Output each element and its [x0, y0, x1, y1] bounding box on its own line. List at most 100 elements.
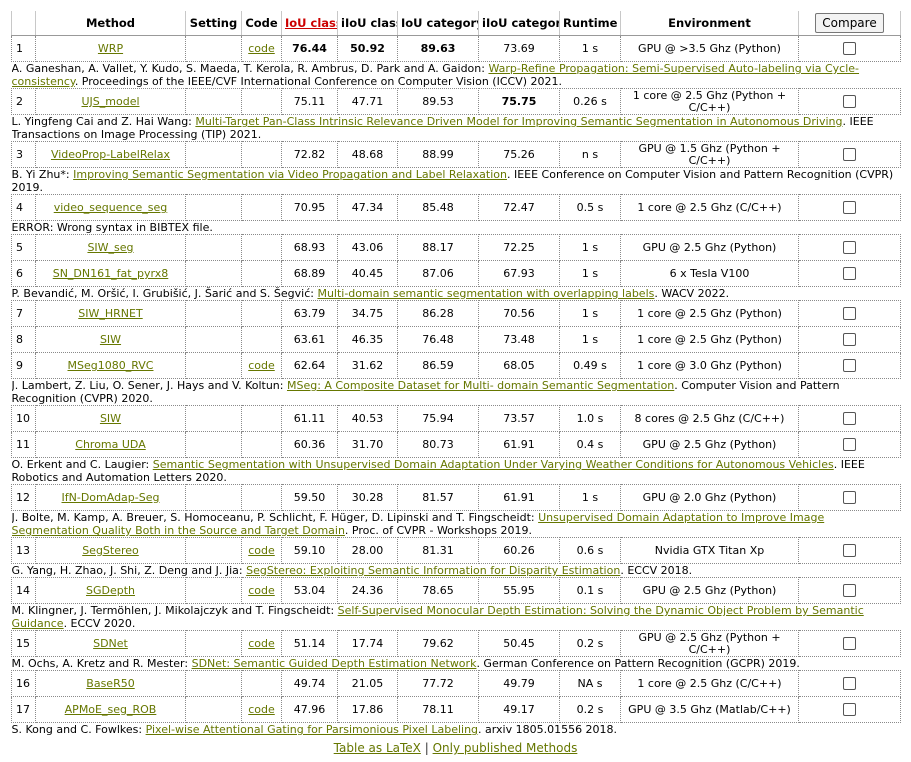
- code-link[interactable]: code: [248, 584, 275, 597]
- header-setting[interactable]: Setting: [185, 11, 242, 36]
- method-link[interactable]: UJS_model: [81, 95, 139, 108]
- iou-category-cell: 87.06: [397, 260, 479, 287]
- rank-cell: 5: [11, 234, 36, 261]
- method-link[interactable]: WRP: [98, 42, 123, 55]
- rank-value: 12: [16, 491, 30, 504]
- header-iou-class[interactable]: IoU class: [281, 11, 338, 36]
- method-link[interactable]: SN_DN161_fat_pyrx8: [53, 267, 169, 280]
- header-iiou-category[interactable]: iIoU category: [478, 11, 560, 36]
- paper-link[interactable]: Multi-Target Pan-Class Intrinsic Relevan…: [195, 115, 842, 128]
- iou-category-cell: 80.73: [397, 431, 479, 458]
- compare-button[interactable]: Compare: [815, 13, 884, 33]
- iiou-class-cell: 28.00: [337, 537, 398, 564]
- header-runtime[interactable]: Runtime: [559, 11, 621, 36]
- iou-class-cell: 60.36: [281, 431, 338, 458]
- method-link[interactable]: SGDepth: [86, 584, 135, 597]
- method-link[interactable]: VideoProp-LabelRelax: [51, 148, 170, 161]
- paper-link[interactable]: Improving Semantic Segmentation via Vide…: [73, 168, 507, 181]
- method-link[interactable]: MSeg1080_RVC: [68, 359, 154, 372]
- iiou-class-value: 31.62: [351, 359, 384, 372]
- table-header: Method Setting Code IoU class iIoU class…: [11, 11, 901, 36]
- iou-class-cell: 75.11: [281, 88, 338, 115]
- runtime-cell: n s: [559, 141, 621, 168]
- header-iiou-class[interactable]: iIoU class: [337, 11, 398, 36]
- rank-value: 10: [16, 412, 30, 425]
- iou-category-cell: 78.11: [397, 696, 479, 723]
- method-link[interactable]: SDNet: [93, 637, 128, 650]
- paper-link[interactable]: Semantic Segmentation with Unsupervised …: [153, 458, 834, 471]
- method-link[interactable]: SIW: [100, 333, 121, 346]
- compare-checkbox[interactable]: [843, 703, 856, 717]
- table-as-latex-link[interactable]: Table as LaTeX: [334, 741, 421, 755]
- method-link[interactable]: video_sequence_seg: [54, 201, 168, 214]
- iou-class-value: 53.04: [293, 584, 326, 597]
- citation-row: J. Lambert, Z. Liu, O. Sener, J. Hays an…: [12, 379, 901, 406]
- citation-text: P. Bevandić, M. Oršić, I. Grubišić, J. Š…: [12, 287, 901, 301]
- only-published-methods-link[interactable]: Only published Methods: [433, 741, 578, 755]
- iou-category-cell: 88.17: [397, 234, 479, 261]
- compare-checkbox[interactable]: [843, 333, 856, 347]
- paper-link[interactable]: SegStereo: Exploiting Semantic Informati…: [246, 564, 620, 577]
- rank-cell: 14: [11, 577, 36, 604]
- runtime-cell: 1 s: [559, 300, 621, 327]
- rank-value: 5: [16, 241, 23, 254]
- compare-checkbox[interactable]: [843, 637, 856, 651]
- paper-link[interactable]: Pixel-wise Attentional Gating for Parsim…: [146, 723, 478, 736]
- method-link[interactable]: SIW: [100, 412, 121, 425]
- method-link[interactable]: APMoE_seg_ROB: [65, 703, 157, 716]
- compare-checkbox[interactable]: [843, 148, 856, 162]
- paper-link[interactable]: Multi-domain semantic segmentation with …: [317, 287, 654, 300]
- code-link[interactable]: code: [248, 359, 275, 372]
- paper-link[interactable]: MSeg: A Composite Dataset for Multi- dom…: [287, 379, 674, 392]
- rank-cell: 12: [11, 484, 36, 511]
- compare-checkbox[interactable]: [843, 544, 856, 558]
- iiou-category-cell: 60.26: [478, 537, 560, 564]
- citation-row: O. Erkent and C. Laugier: Semantic Segme…: [12, 458, 901, 485]
- compare-checkbox[interactable]: [843, 584, 856, 598]
- method-link[interactable]: SIW_seg: [87, 241, 133, 254]
- compare-checkbox[interactable]: [843, 359, 856, 373]
- method-link[interactable]: BaseR50: [86, 677, 134, 690]
- iiou-category-value: 50.45: [503, 637, 535, 650]
- iiou-class-cell: 48.68: [337, 141, 398, 168]
- compare-checkbox[interactable]: [843, 42, 856, 56]
- header-code[interactable]: Code: [241, 11, 282, 36]
- citation-authors: J. Lambert, Z. Liu, O. Sener, J. Hays an…: [11, 379, 287, 392]
- compare-checkbox[interactable]: [843, 241, 856, 255]
- method-cell: BaseR50: [35, 670, 186, 697]
- code-link[interactable]: code: [248, 703, 275, 716]
- compare-checkbox[interactable]: [843, 677, 856, 691]
- iiou-class-cell: 24.36: [337, 577, 398, 604]
- header-iou-category[interactable]: IoU category: [397, 11, 479, 36]
- header-method[interactable]: Method: [35, 11, 186, 36]
- code-link[interactable]: code: [248, 637, 275, 650]
- compare-checkbox[interactable]: [843, 307, 856, 321]
- method-link[interactable]: SegStereo: [82, 544, 139, 557]
- header-environment[interactable]: Environment: [620, 11, 799, 36]
- compare-checkbox[interactable]: [843, 95, 856, 109]
- code-link[interactable]: code: [248, 544, 275, 557]
- compare-checkbox[interactable]: [843, 491, 856, 505]
- runtime-value: 0.26 s: [573, 95, 607, 108]
- rank-cell: 13: [11, 537, 36, 564]
- compare-checkbox[interactable]: [843, 201, 856, 215]
- method-link[interactable]: SIW_HRNET: [78, 307, 142, 320]
- method-cell: VideoProp-LabelRelax: [35, 141, 186, 168]
- paper-link[interactable]: SDNet: Semantic Guided Depth Estimation …: [192, 657, 477, 670]
- citation-venue: . Proceedings of the IEEE/CVF Internatio…: [74, 75, 562, 88]
- compare-checkbox[interactable]: [843, 438, 856, 452]
- method-cell: SIW_HRNET: [35, 300, 186, 327]
- rank-cell: 16: [11, 670, 36, 697]
- iiou-category-value: 75.26: [503, 148, 535, 161]
- compare-cell: [798, 696, 901, 723]
- compare-checkbox[interactable]: [843, 412, 856, 426]
- method-link[interactable]: IfN-DomAdap-Seg: [62, 491, 160, 504]
- code-link[interactable]: code: [248, 42, 275, 55]
- setting-cell: [185, 630, 242, 657]
- table-row: 11 Chroma UDA 60.36 31.70 80.73 61.91 0.4 s GPU…: [11, 431, 901, 458]
- iou-class-value: 70.95: [293, 201, 326, 214]
- compare-checkbox[interactable]: [843, 267, 856, 281]
- method-link[interactable]: Chroma UDA: [75, 438, 145, 451]
- iou-category-value: 81.31: [422, 544, 454, 557]
- iiou-category-value: 60.26: [503, 544, 535, 557]
